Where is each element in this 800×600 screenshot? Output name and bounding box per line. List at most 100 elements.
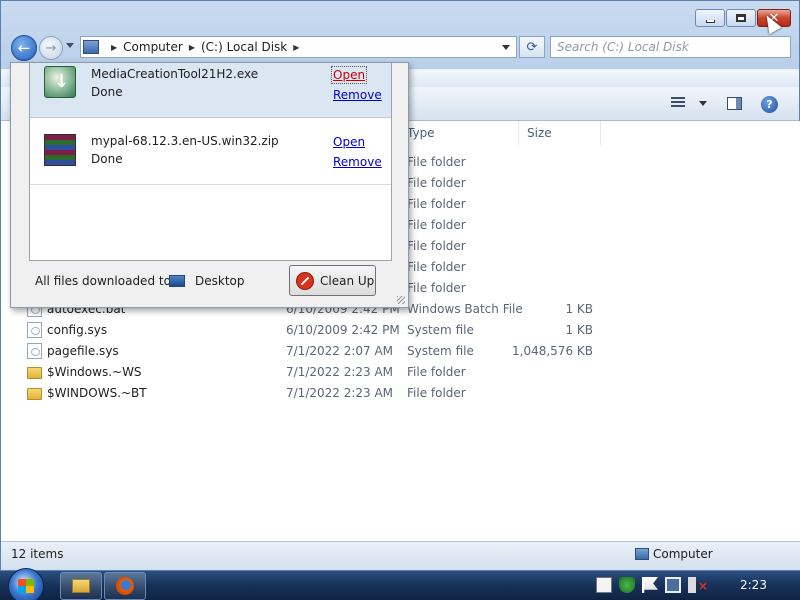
taskbar-explorer-button[interactable] [60, 572, 102, 600]
notification-area [596, 577, 711, 593]
back-arrow-icon: ← [17, 39, 31, 57]
clean-up-button[interactable]: Clean Up [289, 265, 376, 296]
file-type: Windows Batch File [407, 302, 523, 316]
chevron-down-icon[interactable] [699, 100, 707, 106]
file-size: 1 KB [565, 302, 593, 316]
file-date: 7/1/2022 2:07 AM [286, 344, 394, 358]
download-item[interactable]: MediaCreationTool21H2.exe Done Open Remo… [30, 63, 391, 118]
download-status: Done [91, 152, 123, 166]
file-type: File folder [407, 197, 466, 211]
action-center-flag-icon[interactable] [642, 577, 658, 593]
file-name: pagefile.sys [47, 344, 119, 358]
file-type: File folder [407, 386, 466, 400]
file-size: 1 KB [565, 323, 593, 337]
status-location-label: Computer [653, 547, 713, 561]
breadcrumb-arrow-icon[interactable]: ▶ [293, 43, 299, 52]
file-type: File folder [407, 176, 466, 190]
volume-muted-icon[interactable] [688, 577, 708, 593]
remove-link[interactable]: Remove [333, 88, 382, 102]
status-bar: 12 items Computer [1, 541, 800, 571]
file-row[interactable]: $Windows.~WS 7/1/2022 2:23 AM File folder [1, 362, 800, 383]
download-folder[interactable]: Desktop [195, 274, 245, 288]
search-input[interactable]: Search (C:) Local Disk [550, 36, 791, 58]
refresh-icon: ⟳ [526, 39, 538, 55]
status-location: Computer [635, 547, 713, 561]
file-size: 1,048,576 KB [512, 344, 593, 358]
system-file-icon [27, 343, 42, 359]
file-type: File folder [407, 365, 466, 379]
folder-icon [72, 579, 90, 593]
file-type: System file [407, 344, 474, 358]
address-history-dropdown[interactable] [502, 45, 510, 50]
minimize-icon [705, 19, 715, 23]
no-entry-icon [296, 271, 314, 290]
desktop-icon [169, 275, 185, 287]
file-row[interactable]: pagefile.sys 7/1/2022 2:07 AM System file 1… [1, 341, 800, 362]
maximize-button[interactable] [726, 9, 756, 27]
computer-icon [635, 548, 649, 560]
download-filename: mypal-68.12.3.en-US.win32.zip [91, 134, 279, 148]
taskbar: 2:23 [0, 568, 800, 600]
item-count: 12 items [11, 547, 64, 561]
installer-icon [44, 66, 76, 98]
preview-pane-icon[interactable] [727, 97, 742, 110]
recent-pages-dropdown[interactable] [66, 43, 74, 48]
clock[interactable]: 2:23 [740, 578, 767, 592]
file-type: System file [407, 323, 474, 337]
file-date: 7/1/2022 2:23 AM [286, 365, 394, 379]
forward-arrow-icon: → [45, 40, 57, 56]
download-status: Done [91, 85, 123, 99]
security-shield-icon[interactable] [619, 577, 635, 593]
file-type: File folder [407, 218, 466, 232]
views-button[interactable] [671, 97, 707, 109]
back-button[interactable]: ← [11, 35, 37, 61]
folder-icon [27, 367, 42, 379]
file-type: File folder [407, 155, 466, 169]
resize-grip[interactable] [397, 296, 405, 304]
firefox-icon [116, 577, 134, 595]
file-name: config.sys [47, 323, 108, 337]
network-icon[interactable] [665, 577, 681, 593]
maximize-icon [736, 14, 746, 22]
file-type: File folder [407, 239, 466, 253]
archive-icon [44, 134, 76, 166]
file-type: File folder [407, 281, 466, 295]
column-header-type[interactable]: Type [401, 121, 519, 145]
breadcrumb-arrow-icon[interactable]: ▶ [111, 43, 117, 52]
file-type: File folder [407, 260, 466, 274]
minimize-button[interactable] [695, 9, 725, 27]
breadcrumb-local-disk[interactable]: (C:) Local Disk [201, 40, 287, 54]
file-row[interactable]: config.sys 6/10/2009 2:42 PM System file 1 … [1, 320, 800, 341]
taskbar-firefox-button[interactable] [104, 572, 146, 600]
windows-logo-icon [18, 579, 34, 593]
remove-link[interactable]: Remove [333, 155, 382, 169]
folder-icon [27, 388, 42, 400]
views-icon [671, 97, 685, 109]
help-icon[interactable]: ? [761, 96, 778, 113]
file-date: 7/1/2022 2:23 AM [286, 386, 394, 400]
start-button[interactable] [8, 568, 44, 600]
open-link[interactable]: Open [330, 66, 368, 84]
breadcrumb-computer[interactable]: Computer [123, 40, 183, 54]
open-link[interactable]: Open [333, 135, 365, 149]
clean-up-label: Clean Up [320, 273, 375, 288]
file-name: $WINDOWS.~BT [47, 386, 147, 400]
file-date: 6/10/2009 2:42 PM [286, 323, 400, 337]
download-filename: MediaCreationTool21H2.exe [91, 67, 259, 81]
address-bar[interactable]: ▶ Computer ▶ (C:) Local Disk ▶ [80, 36, 517, 58]
downloads-window: MediaCreationTool21H2.exe Done Open Remo… [10, 62, 409, 308]
downloads-list: MediaCreationTool21H2.exe Done Open Remo… [29, 63, 392, 261]
download-item[interactable]: mypal-68.12.3.en-US.win32.zip Done Open … [30, 118, 391, 185]
system-file-icon [27, 322, 42, 338]
navigation-bar: ← → ▶ Computer ▶ (C:) Local Disk ▶ ⟳ Sea… [1, 33, 799, 63]
refresh-button[interactable]: ⟳ [519, 36, 545, 58]
computer-icon [83, 40, 99, 54]
download-location-label: All files downloaded to: [35, 274, 175, 288]
file-row[interactable]: $WINDOWS.~BT 7/1/2022 2:23 AM File folder [1, 383, 800, 404]
file-name: $Windows.~WS [47, 365, 142, 379]
column-header-size[interactable]: Size [521, 121, 601, 145]
breadcrumb-arrow-icon[interactable]: ▶ [189, 43, 195, 52]
notes-icon[interactable] [596, 577, 612, 593]
title-bar[interactable]: ✕ [1, 1, 799, 33]
forward-button[interactable]: → [39, 36, 63, 60]
